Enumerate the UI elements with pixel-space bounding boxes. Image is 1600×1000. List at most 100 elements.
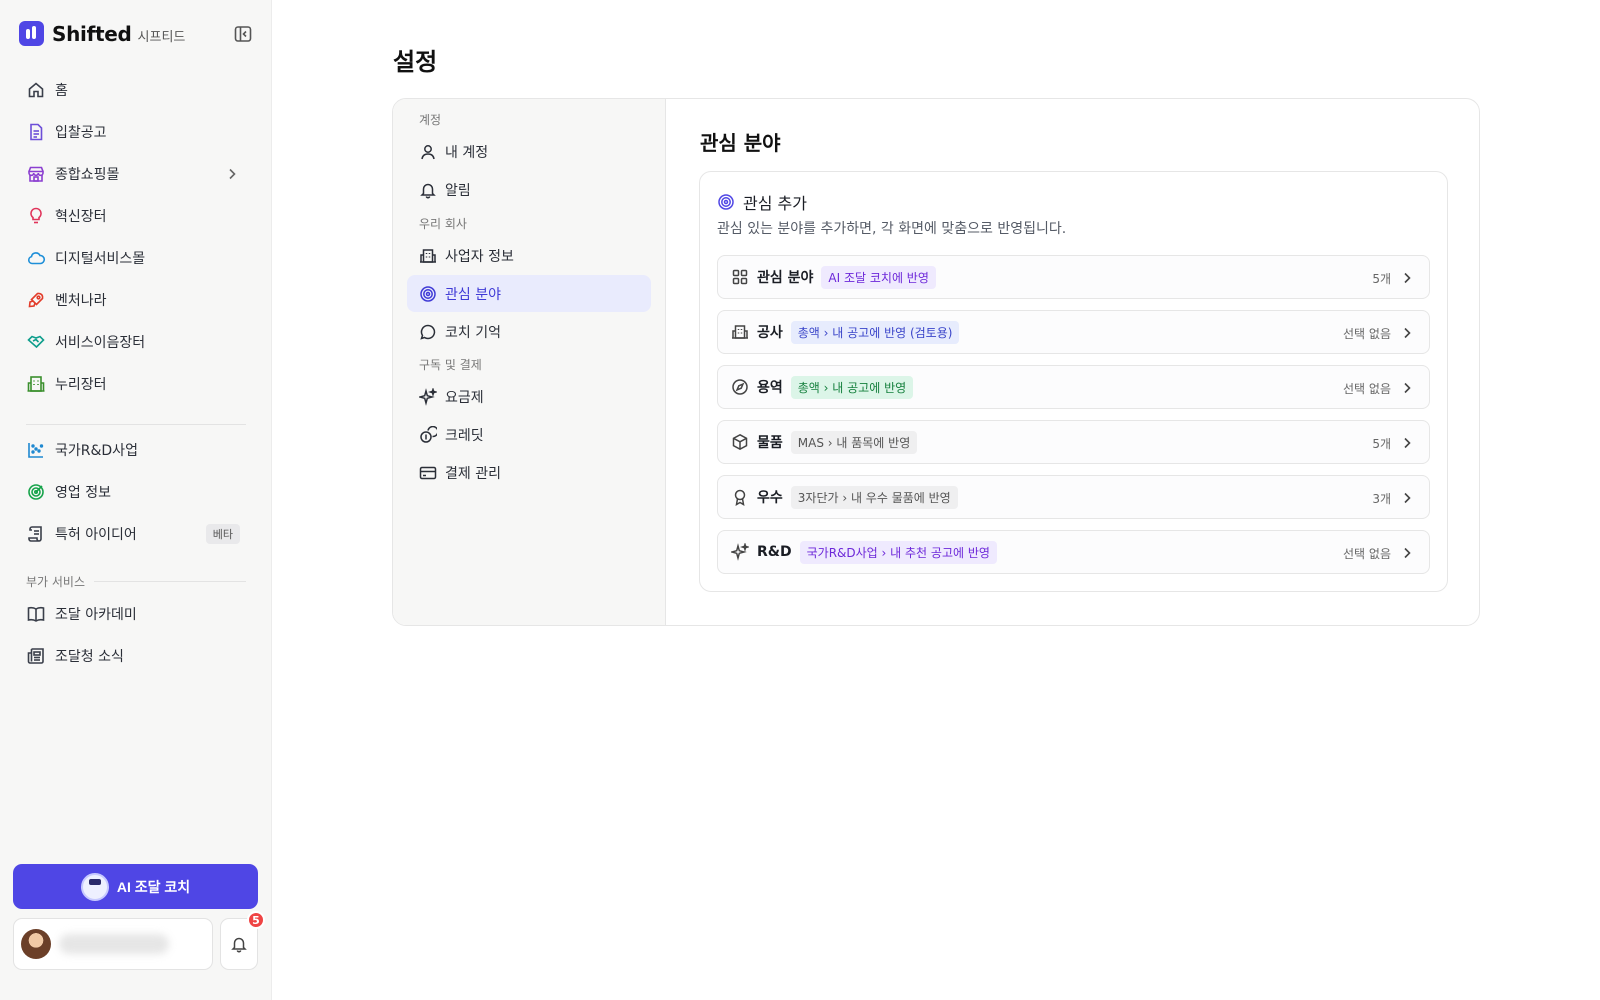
scroll-icon bbox=[26, 524, 46, 544]
settings-nav: 계정 내 계정 알림 우리 회사 사업자 정보 관심 분야 코치 기억 구독 및… bbox=[393, 99, 666, 625]
settings-item-label: 코치 기억 bbox=[445, 324, 501, 341]
interest-row-rnd[interactable]: R&D 국가R&D사업 › 내 추천 공고에 반영 선택 없음 bbox=[717, 530, 1430, 574]
ai-coach-button[interactable]: AI 조달 코치 bbox=[13, 864, 258, 909]
settings-group-label: 우리 회사 bbox=[419, 217, 467, 231]
row-value: 3개 bbox=[1372, 492, 1391, 506]
sidebar-item-news[interactable]: 조달청 소식 bbox=[16, 639, 248, 673]
interest-row-goods[interactable]: 물품 MAS › 내 품목에 반영 5개 bbox=[717, 420, 1430, 464]
chat-icon bbox=[419, 323, 437, 341]
row-value: 5개 bbox=[1372, 437, 1391, 451]
row-value: 선택 없음 bbox=[1343, 327, 1391, 341]
sidebar-item-label: 국가R&D사업 bbox=[55, 443, 138, 459]
coins-icon bbox=[419, 425, 437, 444]
sidebar-item-label: 조달청 소식 bbox=[55, 649, 124, 665]
sidebar-item-patent[interactable]: 특허 아이디어 베타 bbox=[16, 517, 248, 551]
sidebar-item-nuri[interactable]: 누리장터 bbox=[16, 367, 248, 401]
settings-item-interests[interactable]: 관심 분야 bbox=[407, 275, 651, 312]
row-label: 용역 bbox=[757, 380, 783, 396]
avatar bbox=[21, 929, 51, 959]
settings-item-notifications[interactable]: 알림 bbox=[407, 171, 651, 208]
sparkles-icon bbox=[419, 387, 437, 406]
row-value: 선택 없음 bbox=[1343, 382, 1391, 396]
sidebar-item-innovation[interactable]: 혁신장터 bbox=[16, 199, 248, 233]
sidebar-item-mall[interactable]: 종합쇼핑몰 bbox=[16, 157, 248, 191]
credit-card-icon bbox=[419, 464, 437, 482]
newspaper-icon bbox=[26, 646, 46, 666]
settings-item-plans[interactable]: 요금제 bbox=[407, 378, 651, 415]
brand-logo-icon bbox=[19, 21, 44, 46]
chevron-right-icon bbox=[224, 166, 240, 182]
sidebar-item-bids[interactable]: 입찰공고 bbox=[16, 115, 248, 149]
interest-row-general[interactable]: 관심 분야 AI 조달 코치에 반영 5개 bbox=[717, 255, 1430, 299]
notification-count-badge: 5 bbox=[247, 911, 265, 929]
settings-item-label: 관심 분야 bbox=[445, 286, 501, 303]
user-icon bbox=[419, 143, 437, 161]
sidebar-item-digital[interactable]: 디지털서비스몰 bbox=[16, 241, 248, 275]
compass-icon bbox=[731, 378, 749, 396]
sidebar-item-label: 종합쇼핑몰 bbox=[55, 167, 120, 183]
settings-item-billing[interactable]: 결제 관리 bbox=[407, 454, 651, 491]
sidebar-item-home[interactable]: 홈 bbox=[16, 73, 248, 107]
settings-item-my-account[interactable]: 내 계정 bbox=[407, 133, 651, 170]
sidebar-item-label: 누리장터 bbox=[55, 377, 107, 393]
page-title: 설정 bbox=[393, 48, 438, 76]
sidebar-item-label: 서비스이음장터 bbox=[55, 335, 146, 351]
settings-item-label: 내 계정 bbox=[445, 144, 489, 161]
sidebar-item-venture[interactable]: 벤처나라 bbox=[16, 283, 248, 317]
sidebar-item-label: 영업 정보 bbox=[55, 485, 111, 501]
target-icon bbox=[717, 193, 735, 211]
sidebar-item-rnd[interactable]: 국가R&D사업 bbox=[16, 433, 248, 467]
sidebar-item-service[interactable]: 서비스이음장터 bbox=[16, 325, 248, 359]
row-label: 공사 bbox=[757, 325, 783, 341]
sidebar-item-label: 조달 아카데미 bbox=[55, 607, 137, 623]
sidebar-item-sales[interactable]: 영업 정보 bbox=[16, 475, 248, 509]
interest-row-excellent[interactable]: 우수 3자단가 › 내 우수 물품에 반영 3개 bbox=[717, 475, 1430, 519]
user-name-redacted bbox=[59, 934, 169, 954]
sidebar-collapse-icon[interactable] bbox=[233, 24, 253, 44]
beta-badge: 베타 bbox=[205, 524, 240, 544]
building-icon bbox=[419, 247, 437, 265]
row-value: 5개 bbox=[1372, 272, 1391, 286]
lightbulb-icon bbox=[26, 206, 46, 226]
sidebar-item-label: 디지털서비스몰 bbox=[55, 251, 146, 267]
box-icon bbox=[731, 433, 749, 451]
sidebar-item-label: 혁신장터 bbox=[55, 209, 107, 225]
user-profile[interactable] bbox=[13, 918, 213, 970]
sidebar-item-label: 홈 bbox=[55, 83, 68, 99]
row-label: 관심 분야 bbox=[757, 270, 814, 286]
coach-avatar-icon bbox=[80, 872, 109, 901]
settings-item-coach-memory[interactable]: 코치 기억 bbox=[407, 313, 651, 350]
rocket-icon bbox=[26, 290, 46, 310]
brand-name: Shifted bbox=[52, 21, 132, 46]
chevron-right-icon bbox=[1399, 325, 1415, 341]
sidebar-item-label: 벤처나라 bbox=[55, 293, 107, 309]
settings-group-label: 계정 bbox=[419, 113, 442, 127]
bell-icon bbox=[419, 181, 437, 199]
row-tag: AI 조달 코치에 반영 bbox=[821, 265, 936, 289]
sidebar-item-label: 입찰공고 bbox=[55, 125, 107, 141]
sparkles-icon bbox=[731, 543, 749, 561]
row-tag: 총액 › 내 공고에 반영 (검토용) bbox=[790, 320, 960, 344]
row-tag: 3자단가 › 내 우수 물품에 반영 bbox=[790, 485, 958, 509]
award-icon bbox=[731, 488, 749, 506]
card-header: 관심 추가 bbox=[717, 190, 807, 214]
card-title: 관심 추가 bbox=[743, 194, 807, 213]
settings-panel: 계정 내 계정 알림 우리 회사 사업자 정보 관심 분야 코치 기억 구독 및… bbox=[392, 98, 1480, 626]
settings-group-label: 구독 및 결제 bbox=[419, 358, 482, 372]
chevron-right-icon bbox=[1399, 435, 1415, 451]
settings-item-credits[interactable]: 크레딧 bbox=[407, 416, 651, 453]
settings-item-label: 알림 bbox=[445, 182, 471, 199]
settings-item-business-info[interactable]: 사업자 정보 bbox=[407, 237, 651, 274]
sidebar-item-academy[interactable]: 조달 아카데미 bbox=[16, 597, 248, 631]
ai-coach-label: AI 조달 코치 bbox=[116, 878, 191, 895]
brand[interactable]: Shifted 시프티드 bbox=[19, 21, 185, 46]
settings-item-label: 결제 관리 bbox=[445, 465, 501, 482]
interest-row-construction[interactable]: 공사 총액 › 내 공고에 반영 (검토용) 선택 없음 bbox=[717, 310, 1430, 354]
row-label: 우수 bbox=[757, 490, 783, 506]
target-icon bbox=[419, 285, 437, 303]
chevron-right-icon bbox=[1399, 270, 1415, 286]
bell-icon bbox=[230, 935, 248, 953]
sidebar-item-label: 특허 아이디어 bbox=[55, 527, 137, 543]
interest-row-services[interactable]: 용역 총액 › 내 공고에 반영 선택 없음 bbox=[717, 365, 1430, 409]
building-icon bbox=[26, 374, 46, 394]
